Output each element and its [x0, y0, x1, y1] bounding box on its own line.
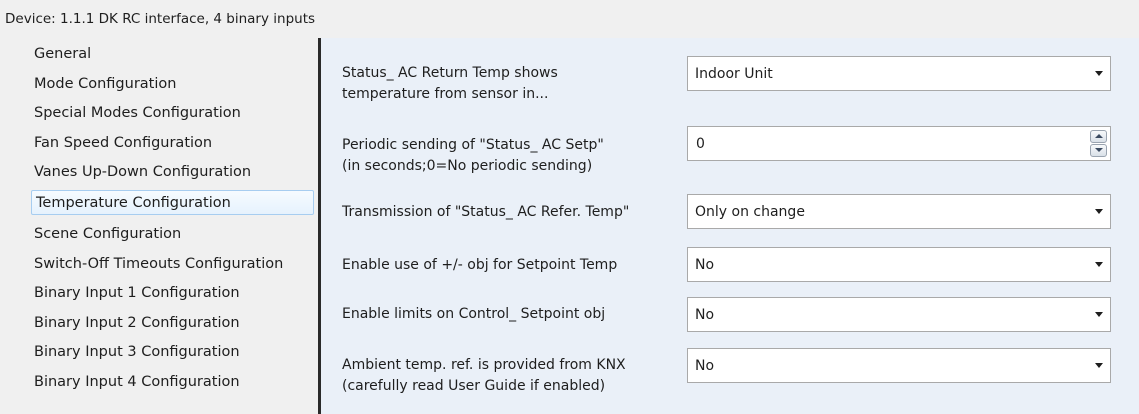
sidebar-item-vanes-up-down-configuration[interactable]: Vanes Up-Down Configuration — [34, 160, 251, 185]
refer-temp-label: Transmission of "Status_ AC Refer. Temp" — [342, 204, 630, 220]
chevron-down-icon — [1095, 71, 1103, 76]
sidebar-item-temperature-configuration[interactable]: Temperature Configuration — [31, 190, 314, 215]
limits-dropdown[interactable]: No — [687, 297, 1111, 332]
sidebar-item-general[interactable]: General — [34, 42, 91, 67]
ambient-knx-dropdown[interactable]: No — [687, 348, 1111, 383]
refer-temp-dropdown[interactable]: Only on change — [687, 194, 1111, 229]
chevron-down-icon — [1095, 262, 1103, 267]
periodic-setp-label-line1: Periodic sending of "Status_ AC Setp" — [342, 137, 604, 153]
limits-label: Enable limits on Control_ Setpoint obj — [342, 306, 606, 322]
sidebar: General Mode Configuration Special Modes… — [0, 38, 318, 414]
plus-minus-dropdown[interactable]: No — [687, 247, 1111, 282]
ambient-knx-label-line2: (carefully read User Guide if enabled) — [342, 378, 606, 394]
sidebar-item-binary-input-3-configuration[interactable]: Binary Input 3 Configuration — [34, 340, 240, 365]
periodic-setp-label-line2: (in seconds;0=No periodic sending) — [342, 158, 593, 174]
spin-down-button[interactable] — [1090, 144, 1107, 157]
return-temp-label-line2: temperature from sensor in... — [342, 86, 549, 102]
title-bar: Device: 1.1.1 DK RC interface, 4 binary … — [0, 0, 1139, 34]
sidebar-item-binary-input-2-configuration[interactable]: Binary Input 2 Configuration — [34, 311, 240, 336]
sidebar-item-binary-input-4-configuration[interactable]: Binary Input 4 Configuration — [34, 370, 240, 395]
periodic-setp-input[interactable] — [688, 127, 1076, 160]
chevron-down-icon — [1095, 209, 1103, 214]
periodic-setp-label: Periodic sending of "Status_ AC Setp" (i… — [342, 135, 604, 177]
chevron-down-icon — [1095, 363, 1103, 368]
spin-up-icon — [1095, 134, 1103, 138]
return-temp-label: Status_ AC Return Temp shows temperature… — [342, 63, 558, 105]
plus-minus-label: Enable use of +/- obj for Setpoint Temp — [342, 257, 618, 273]
return-temp-dropdown[interactable]: Indoor Unit — [687, 56, 1111, 91]
return-temp-value: Indoor Unit — [695, 66, 773, 82]
sidebar-item-scene-configuration[interactable]: Scene Configuration — [34, 222, 181, 247]
spin-down-icon — [1095, 148, 1103, 152]
ambient-knx-label: Ambient temp. ref. is provided from KNX … — [342, 355, 626, 397]
sidebar-item-binary-input-1-configuration[interactable]: Binary Input 1 Configuration — [34, 281, 240, 306]
ambient-knx-label-line1: Ambient temp. ref. is provided from KNX — [342, 357, 626, 373]
ambient-knx-value: No — [695, 358, 715, 374]
plus-minus-value: No — [695, 257, 715, 273]
sidebar-item-mode-configuration[interactable]: Mode Configuration — [34, 72, 176, 97]
refer-temp-value: Only on change — [695, 204, 805, 220]
limits-value: No — [695, 307, 715, 323]
sidebar-item-fan-speed-configuration[interactable]: Fan Speed Configuration — [34, 131, 212, 156]
sidebar-item-switch-off-timeouts-configuration[interactable]: Switch-Off Timeouts Configuration — [34, 252, 283, 277]
chevron-down-icon — [1095, 312, 1103, 317]
periodic-setp-spinbox — [687, 126, 1111, 161]
window-title: Device: 1.1.1 DK RC interface, 4 binary … — [5, 11, 316, 27]
parameter-panel: Status_ AC Return Temp shows temperature… — [321, 38, 1139, 414]
sidebar-item-special-modes-configuration[interactable]: Special Modes Configuration — [34, 101, 241, 126]
spin-up-button[interactable] — [1090, 130, 1107, 143]
return-temp-label-line1: Status_ AC Return Temp shows — [342, 65, 558, 81]
